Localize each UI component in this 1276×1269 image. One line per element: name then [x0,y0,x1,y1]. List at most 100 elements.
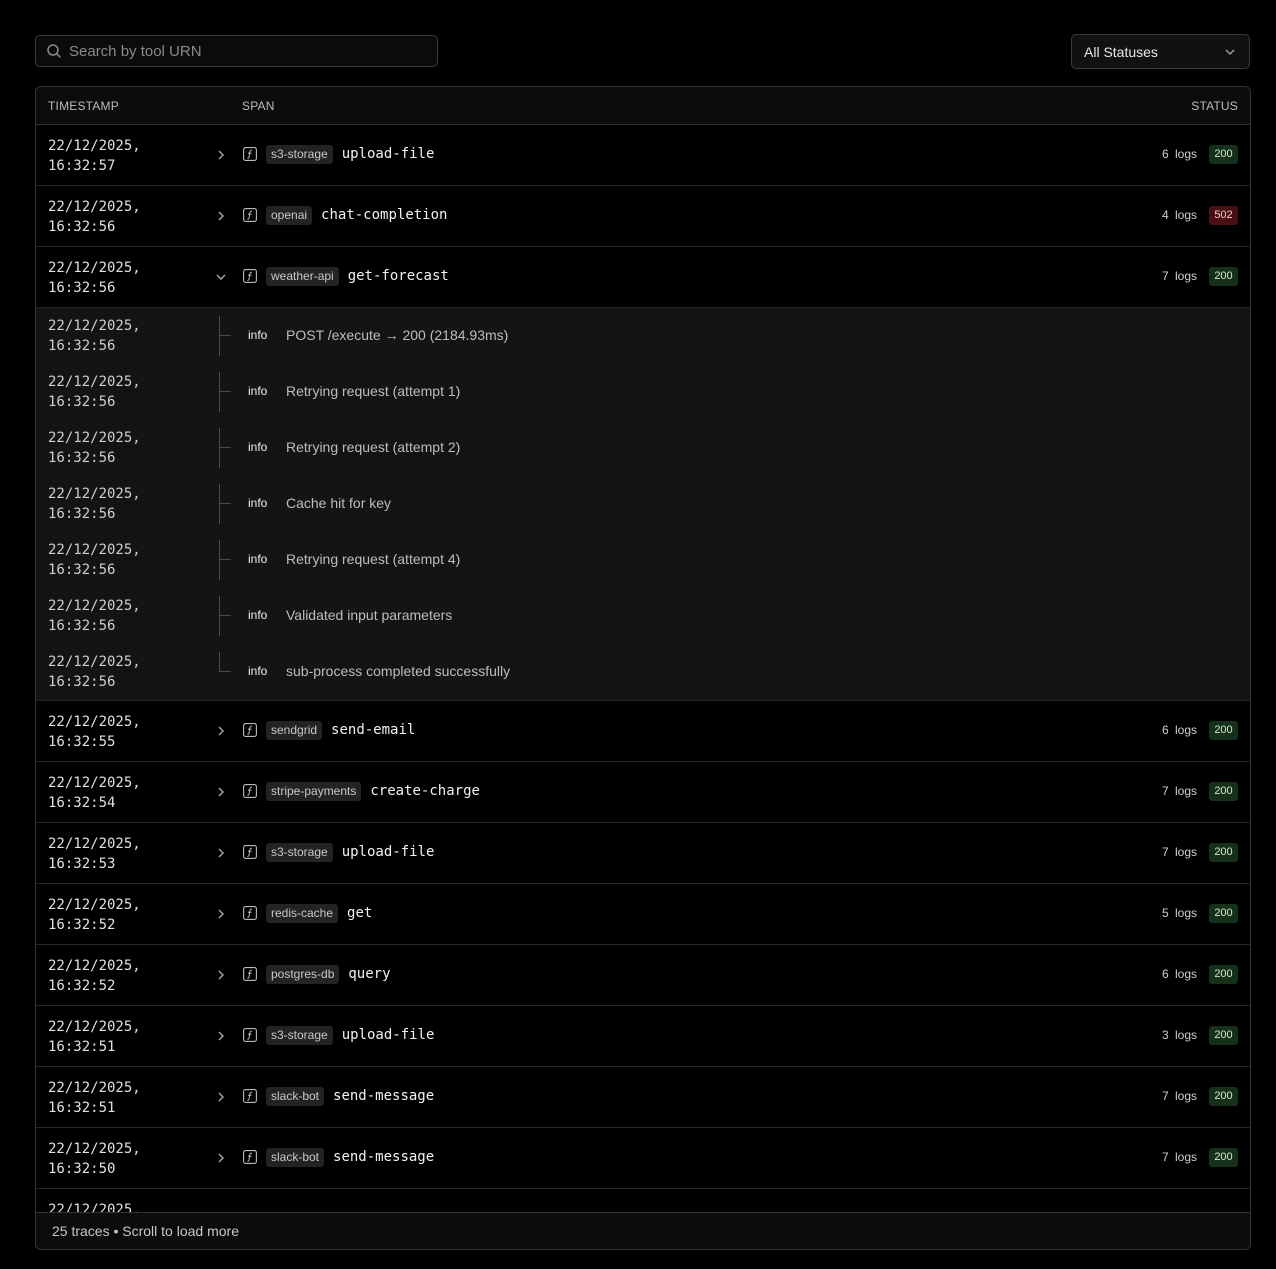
log-message: Retrying request (attempt 4) [286,551,461,567]
chevron-right-icon[interactable] [214,1029,228,1043]
search-icon [47,44,61,58]
row-timestamp: 22/12/2025, [48,1202,141,1212]
log-count: 7 logs [1161,845,1197,859]
function-icon [243,967,257,981]
log-message: Retrying request (attempt 1) [286,383,461,399]
service-tag: weather-api [266,267,339,286]
log-count: 4 logs [1161,208,1197,222]
table-row[interactable]: 22/12/2025, 16:32:52 redis-cache get 5 logs… [36,884,1250,945]
status-badge: 200 [1209,267,1238,286]
status-badge: 200 [1209,145,1238,164]
log-timestamp: 22/12/2025, 16:32:56 [48,598,141,634]
chevron-right-icon[interactable] [214,907,228,921]
log-count: 6 logs [1161,967,1197,981]
status-badge: 200 [1209,1087,1238,1106]
table-row[interactable]: 22/12/2025, 16:32:51 slack-bot send-messag… [36,1067,1250,1128]
status-badge: 200 [1209,965,1238,984]
header-span: SPAN [242,99,275,113]
service-tag: postgres-db [266,965,340,984]
log-count: 5 logs [1161,906,1197,920]
chevron-right-icon[interactable] [214,968,228,982]
table-header: TIMESTAMP SPAN STATUS [36,87,1250,125]
log-level: info [248,328,268,342]
row-timestamp: 22/12/2025, 16:32:52 [48,897,141,933]
log-entry[interactable]: 22/12/2025, 16:32:56 info sub-process comp… [36,644,1250,700]
log-timestamp: 22/12/2025, 16:32:56 [48,486,141,522]
log-entry[interactable]: 22/12/2025, 16:32:56 info Cache hit for ke… [36,476,1250,532]
chevron-down-icon [1225,49,1235,55]
log-timestamp: 22/12/2025, 16:32:56 [48,654,141,690]
row-timestamp: 22/12/2025, 16:32:53 [48,836,141,872]
table-row[interactable]: 22/12/2025, 16:32:55 sendgrid send-email 6 … [36,701,1250,762]
status-badge: 200 [1209,782,1238,801]
chevron-down-icon[interactable] [214,270,228,284]
search-box[interactable] [35,35,438,67]
table-body[interactable]: 22/12/2025, 16:32:57 s3-storage upload-fil… [36,125,1250,1212]
status-badge: 502 [1209,206,1238,225]
service-tag: openai [266,206,313,225]
log-timestamp: 22/12/2025, 16:32:56 [48,430,141,466]
table-row[interactable]: 22/12/2025, 16:32:56 weather-api get-forec… [36,247,1250,308]
log-level: info [248,664,268,678]
span-name: upload-file [341,146,435,162]
table-row[interactable]: 22/12/2025, 16:32:56 openai chat-completio… [36,186,1250,247]
span-name: send-message [333,1088,435,1104]
chevron-right-icon[interactable] [214,846,228,860]
status-badge: 200 [1209,1148,1238,1167]
tree-connector [219,652,233,692]
table-row[interactable]: 22/12/2025, 16:32:54 stripe-payments creat… [36,762,1250,823]
service-tag: slack-bot [266,1087,325,1106]
row-timestamp: 22/12/2025, 16:32:55 [48,714,141,750]
span-name: upload-file [341,844,435,860]
function-icon [243,906,257,920]
chevron-right-icon[interactable] [214,724,228,738]
span-name: upload-file [341,1027,435,1043]
log-entry[interactable]: 22/12/2025, 16:32:56 info Retrying request… [36,364,1250,420]
function-icon [243,723,257,737]
span-name: get-forecast [347,268,449,284]
chevron-right-icon[interactable] [214,1090,228,1104]
log-level: info [248,496,268,510]
table-row[interactable]: 22/12/2025, 16:32:51 s3-storage upload-fil… [36,1006,1250,1067]
span-name: send-email [331,722,416,738]
log-message: Validated input parameters [286,607,453,623]
service-tag: slack-bot [266,1148,325,1167]
span-name: chat-completion [321,207,448,223]
log-timestamp: 22/12/2025, 16:32:56 [48,542,141,578]
status-badge: 200 [1209,843,1238,862]
span-name: send-message [333,1149,435,1165]
log-count: 6 logs [1161,723,1197,737]
service-tag: sendgrid [266,721,323,740]
log-message: sub-process completed successfully [286,663,511,679]
span-name: get [347,905,373,921]
log-count: 7 logs [1161,269,1197,283]
chevron-right-icon[interactable] [214,1151,228,1165]
log-entry[interactable]: 22/12/2025, 16:32:56 info Validated input … [36,588,1250,644]
trace-count: 25 traces • Scroll to load more [52,1223,239,1239]
row-timestamp: 22/12/2025, 16:32:51 [48,1019,141,1055]
table-footer: 25 traces • Scroll to load more [36,1212,1250,1249]
table-row[interactable]: 22/12/2025, 16:32:57 s3-storage upload-fil… [36,125,1250,186]
log-entry[interactable]: 22/12/2025, 16:32:56 info Retrying request… [36,532,1250,588]
table-row[interactable]: 22/12/2025, 16:32:52 postgres-db query 6 lo… [36,945,1250,1006]
service-tag: stripe-payments [266,782,362,801]
log-message: POST /execute → 200 (2184.93ms) [286,327,509,343]
status-badge: 200 [1209,1026,1238,1045]
chevron-right-icon[interactable] [214,209,228,223]
table-row[interactable]: 22/12/2025, 16:32:53 s3-storage upload-fil… [36,823,1250,884]
traces-table: TIMESTAMP SPAN STATUS 22/12/2025, 16:32:… [35,86,1251,1250]
function-icon [243,784,257,798]
status-filter-select[interactable]: All Statuses [1071,34,1250,69]
log-level: info [248,440,268,454]
table-row[interactable]: 22/12/2025, 16:32:50 slack-bot send-messag… [36,1128,1250,1189]
log-entry[interactable]: 22/12/2025, 16:32:56 info Retrying request… [36,420,1250,476]
span-name: query [348,966,391,982]
table-row[interactable]: 22/12/2025, [36,1189,1250,1212]
chevron-right-icon[interactable] [214,148,228,162]
log-entry[interactable]: 22/12/2025, 16:32:56 info POST /execute → … [36,308,1250,364]
log-count: 7 logs [1161,1089,1197,1103]
log-count: 7 logs [1161,784,1197,798]
chevron-right-icon[interactable] [214,785,228,799]
search-input[interactable] [69,42,409,60]
function-icon [243,269,257,283]
